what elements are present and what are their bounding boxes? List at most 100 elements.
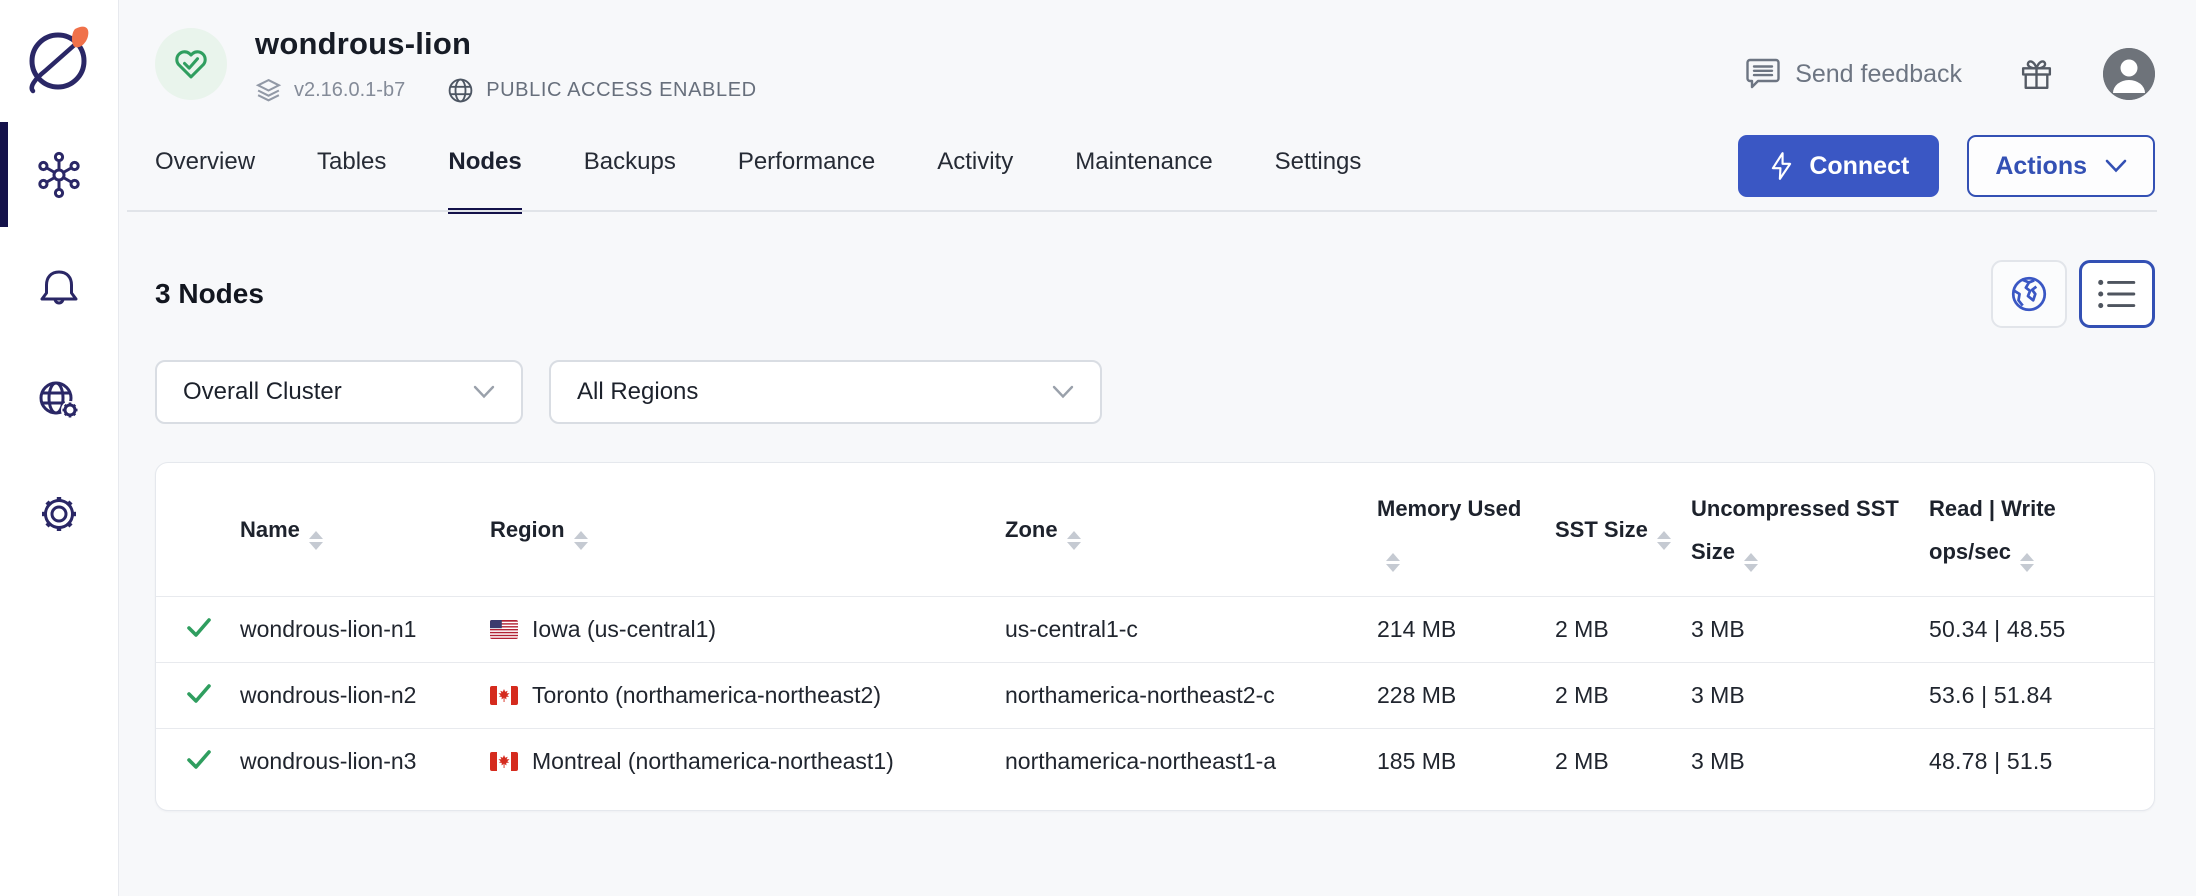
globe-icon — [447, 77, 474, 104]
node-region: Montreal (northamerica-northeast1) — [490, 748, 1005, 775]
node-zone: us-central1-c — [1005, 616, 1377, 643]
actions-button[interactable]: Actions — [1967, 135, 2155, 197]
planet-rocket-logo-icon — [21, 21, 97, 97]
table-row[interactable]: wondrous-lion-n2 Toronto (northamerica-n… — [156, 662, 2154, 728]
region-filter-select[interactable]: All Regions — [549, 360, 1102, 424]
sidebar-item-network[interactable] — [0, 344, 118, 457]
node-status-healthy — [184, 678, 240, 714]
app-logo[interactable] — [0, 0, 118, 118]
column-header-sst-size[interactable]: SST Size — [1555, 509, 1691, 552]
version-label: v2.16.0.1-b7 — [255, 77, 405, 104]
tab-activity[interactable]: Activity — [937, 134, 1013, 212]
flag-canada-icon — [490, 686, 518, 705]
tab-nodes[interactable]: Nodes — [448, 134, 521, 212]
map-globe-icon — [2008, 273, 2050, 315]
sort-icon — [1067, 531, 1081, 550]
node-memory: 185 MB — [1377, 748, 1555, 775]
node-uncompressed-sst: 3 MB — [1691, 682, 1929, 709]
globe-gear-icon — [35, 377, 83, 425]
tab-overview[interactable]: Overview — [155, 134, 255, 212]
sort-icon — [309, 531, 323, 550]
cluster-header: wondrous-lion v2.16.0.1-b7 — [119, 0, 2196, 104]
sort-icon — [574, 531, 588, 550]
nodes-table: Name Region Zone Memory Used SST Size Un… — [155, 462, 2155, 811]
tab-divider — [127, 210, 2157, 212]
node-region: Toronto (northamerica-northeast2) — [490, 682, 1005, 709]
column-header-uncompressed-sst[interactable]: Uncompressed SST Size — [1691, 488, 1929, 574]
heart-check-icon — [171, 44, 211, 84]
sidebar-item-alerts[interactable] — [0, 231, 118, 344]
layers-icon — [255, 77, 282, 104]
gift-icon — [2018, 56, 2055, 93]
column-header-read-write[interactable]: Read | Write ops/sec — [1929, 488, 2134, 574]
node-name: wondrous-lion-n1 — [240, 616, 490, 643]
feedback-bubble-icon — [1745, 57, 1781, 91]
sidebar-nav — [0, 118, 118, 570]
flag-us-icon — [490, 620, 518, 639]
map-view-toggle[interactable] — [1991, 260, 2067, 328]
node-zone: northamerica-northeast2-c — [1005, 682, 1377, 709]
check-icon — [184, 678, 214, 708]
nodes-count-title: 3 Nodes — [155, 278, 264, 310]
gift-button[interactable] — [2018, 56, 2055, 93]
column-header-zone[interactable]: Zone — [1005, 509, 1377, 552]
node-status-healthy — [184, 744, 240, 780]
column-header-name[interactable]: Name — [240, 509, 490, 552]
node-name: wondrous-lion-n3 — [240, 748, 490, 775]
lightning-icon — [1768, 151, 1795, 181]
table-row[interactable]: wondrous-lion-n3 Montreal (northamerica-… — [156, 728, 2154, 794]
user-avatar[interactable] — [2103, 48, 2155, 100]
sort-icon — [1386, 553, 1400, 572]
health-status-badge — [155, 28, 227, 100]
chevron-down-icon — [473, 385, 495, 399]
tab-tables[interactable]: Tables — [317, 134, 386, 212]
flag-canada-icon — [490, 752, 518, 771]
connect-button[interactable]: Connect — [1738, 135, 1939, 197]
column-header-memory[interactable]: Memory Used — [1377, 488, 1555, 574]
node-read-write: 53.6 | 51.84 — [1929, 682, 2134, 709]
list-view-toggle[interactable] — [2079, 260, 2155, 328]
tab-backups[interactable]: Backups — [584, 134, 676, 212]
chevron-down-icon — [1052, 385, 1074, 399]
page-title: wondrous-lion — [255, 26, 757, 62]
sidebar-item-clusters[interactable] — [0, 118, 118, 231]
tab-settings[interactable]: Settings — [1275, 134, 1362, 212]
main-area: wondrous-lion v2.16.0.1-b7 — [119, 0, 2196, 896]
node-zone: northamerica-northeast1-a — [1005, 748, 1377, 775]
table-row[interactable]: wondrous-lion-n1 Iowa (us-central1) us-c… — [156, 596, 2154, 662]
node-region: Iowa (us-central1) — [490, 616, 1005, 643]
node-read-write: 48.78 | 51.5 — [1929, 748, 2134, 775]
nodes-section: 3 Nodes — [119, 214, 2196, 811]
bell-icon — [36, 265, 82, 311]
check-icon — [184, 612, 214, 642]
sidebar — [0, 0, 119, 896]
column-header-region[interactable]: Region — [490, 509, 1005, 552]
gear-icon — [35, 490, 83, 538]
tab-maintenance[interactable]: Maintenance — [1075, 134, 1212, 212]
node-read-write: 50.34 | 48.55 — [1929, 616, 2134, 643]
person-icon — [2103, 48, 2155, 100]
node-sst-size: 2 MB — [1555, 616, 1691, 643]
sort-icon — [2020, 553, 2034, 572]
sort-icon — [1744, 553, 1758, 572]
node-uncompressed-sst: 3 MB — [1691, 616, 1929, 643]
sort-icon — [1657, 531, 1671, 550]
check-icon — [184, 744, 214, 774]
node-sst-size: 2 MB — [1555, 748, 1691, 775]
cluster-hub-icon — [35, 151, 83, 199]
list-icon — [2096, 276, 2138, 312]
cluster-filter-select[interactable]: Overall Cluster — [155, 360, 523, 424]
node-status-healthy — [184, 612, 240, 648]
sidebar-item-settings[interactable] — [0, 457, 118, 570]
node-uncompressed-sst: 3 MB — [1691, 748, 1929, 775]
tab-performance[interactable]: Performance — [738, 134, 875, 212]
node-sst-size: 2 MB — [1555, 682, 1691, 709]
node-memory: 228 MB — [1377, 682, 1555, 709]
public-access-badge: PUBLIC ACCESS ENABLED — [447, 77, 756, 104]
send-feedback-label: Send feedback — [1795, 60, 1962, 89]
table-header-row: Name Region Zone Memory Used SST Size Un… — [156, 463, 2154, 596]
send-feedback-button[interactable]: Send feedback — [1745, 57, 1962, 91]
chevron-down-icon — [2105, 159, 2127, 173]
node-memory: 214 MB — [1377, 616, 1555, 643]
node-name: wondrous-lion-n2 — [240, 682, 490, 709]
